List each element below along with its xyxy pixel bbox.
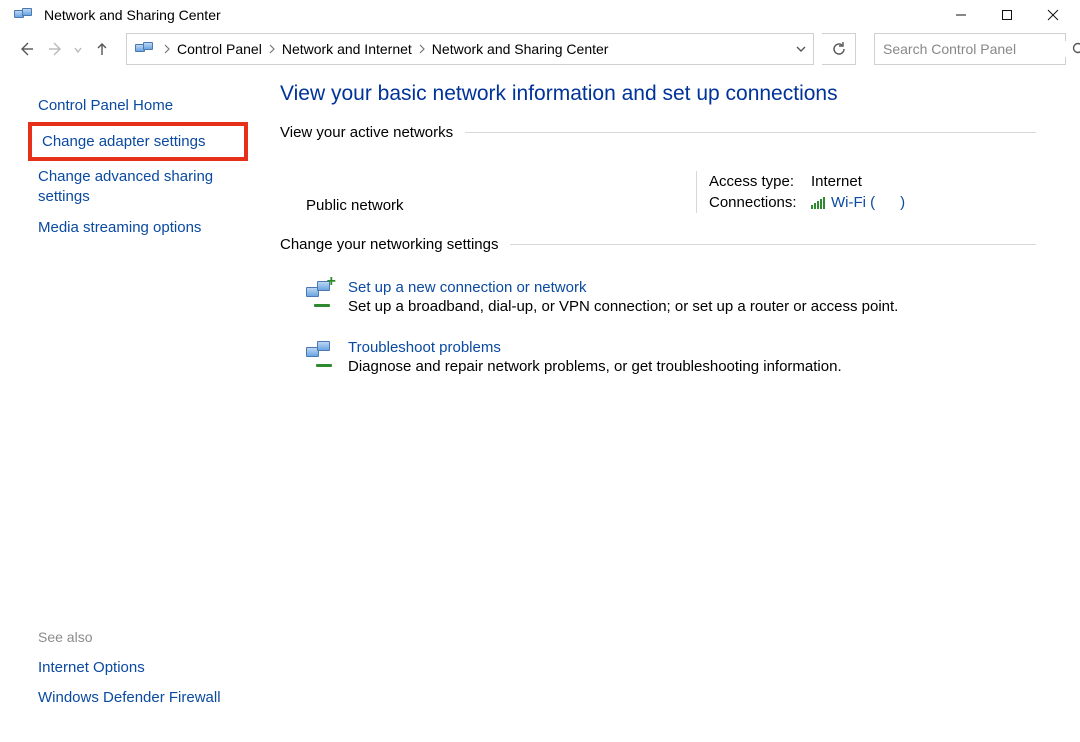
troubleshoot-icon: [306, 339, 334, 367]
setup-connection-icon: [306, 279, 334, 307]
chevron-right-icon: [266, 44, 278, 54]
active-network: Public network Access type: Internet Con…: [280, 149, 1036, 236]
setting-row-troubleshoot[interactable]: Troubleshoot problems Diagnose and repai…: [306, 327, 1036, 387]
close-button[interactable]: [1030, 0, 1076, 30]
page-title: View your basic network information and …: [280, 82, 1036, 106]
nav-forward-button[interactable]: [44, 37, 68, 61]
sidebar-item-home[interactable]: Control Panel Home: [38, 90, 238, 122]
maximize-button[interactable]: [984, 0, 1030, 30]
search-input[interactable]: [875, 41, 1072, 57]
sidebar-item-media-streaming[interactable]: Media streaming options: [38, 212, 238, 244]
highlight-box: Change adapter settings: [28, 122, 248, 162]
network-type: Public network: [306, 173, 404, 214]
setting-row-setup[interactable]: Set up a new connection or network Set u…: [306, 267, 1036, 327]
chevron-right-icon: [416, 44, 428, 54]
sidebar-item-advanced-sharing[interactable]: Change advanced sharing settings: [38, 161, 238, 212]
section-header-active: View your active networks: [280, 124, 1036, 141]
search-box[interactable]: [874, 33, 1066, 65]
address-bar[interactable]: Control Panel Network and Internet Netwo…: [126, 33, 814, 65]
setting-title: Troubleshoot problems: [348, 339, 842, 356]
window-controls: [938, 0, 1076, 30]
search-icon[interactable]: [1072, 42, 1080, 56]
connections-label: Connections:: [709, 194, 811, 211]
nav-up-button[interactable]: [90, 37, 114, 61]
location-icon: [133, 38, 155, 60]
titlebar: Network and Sharing Center: [0, 0, 1080, 30]
nav-back-button[interactable]: [14, 37, 38, 61]
breadcrumb-item[interactable]: Control Panel: [173, 41, 266, 57]
nav-history-dropdown[interactable]: [74, 41, 84, 58]
breadcrumb-item[interactable]: Network and Sharing Center: [428, 41, 613, 57]
content: View your basic network information and …: [256, 68, 1080, 742]
setting-title: Set up a new connection or network: [348, 279, 898, 296]
breadcrumb: Control Panel Network and Internet Netwo…: [173, 41, 789, 57]
setting-desc: Set up a broadband, dial-up, or VPN conn…: [348, 298, 898, 315]
address-dropdown-icon[interactable]: [789, 44, 813, 54]
section-header-change: Change your networking settings: [280, 236, 1036, 253]
refresh-button[interactable]: [822, 33, 856, 65]
settings-list: Set up a new connection or network Set u…: [280, 261, 1036, 387]
see-also: See also Internet Options Windows Defend…: [38, 629, 238, 722]
connection-link[interactable]: Wi-Fi ( ): [831, 194, 905, 211]
access-type-label: Access type:: [709, 173, 811, 190]
app-icon: [14, 8, 34, 22]
navbar: Control Panel Network and Internet Netwo…: [0, 30, 1080, 68]
breadcrumb-sep-icon: [161, 44, 173, 54]
see-also-internet-options[interactable]: Internet Options: [38, 653, 238, 683]
setting-desc: Diagnose and repair network problems, or…: [348, 358, 842, 375]
breadcrumb-item[interactable]: Network and Internet: [278, 41, 416, 57]
main: Control Panel Home Change adapter settin…: [0, 68, 1080, 742]
see-also-windows-defender-firewall[interactable]: Windows Defender Firewall: [38, 683, 238, 713]
access-type-value: Internet: [811, 173, 862, 190]
sidebar-item-change-adapter[interactable]: Change adapter settings: [42, 132, 234, 152]
minimize-button[interactable]: [938, 0, 984, 30]
see-also-label: See also: [38, 629, 238, 645]
window-title: Network and Sharing Center: [44, 7, 938, 23]
wifi-bars-icon: [811, 197, 827, 209]
sidebar: Control Panel Home Change adapter settin…: [0, 68, 256, 742]
